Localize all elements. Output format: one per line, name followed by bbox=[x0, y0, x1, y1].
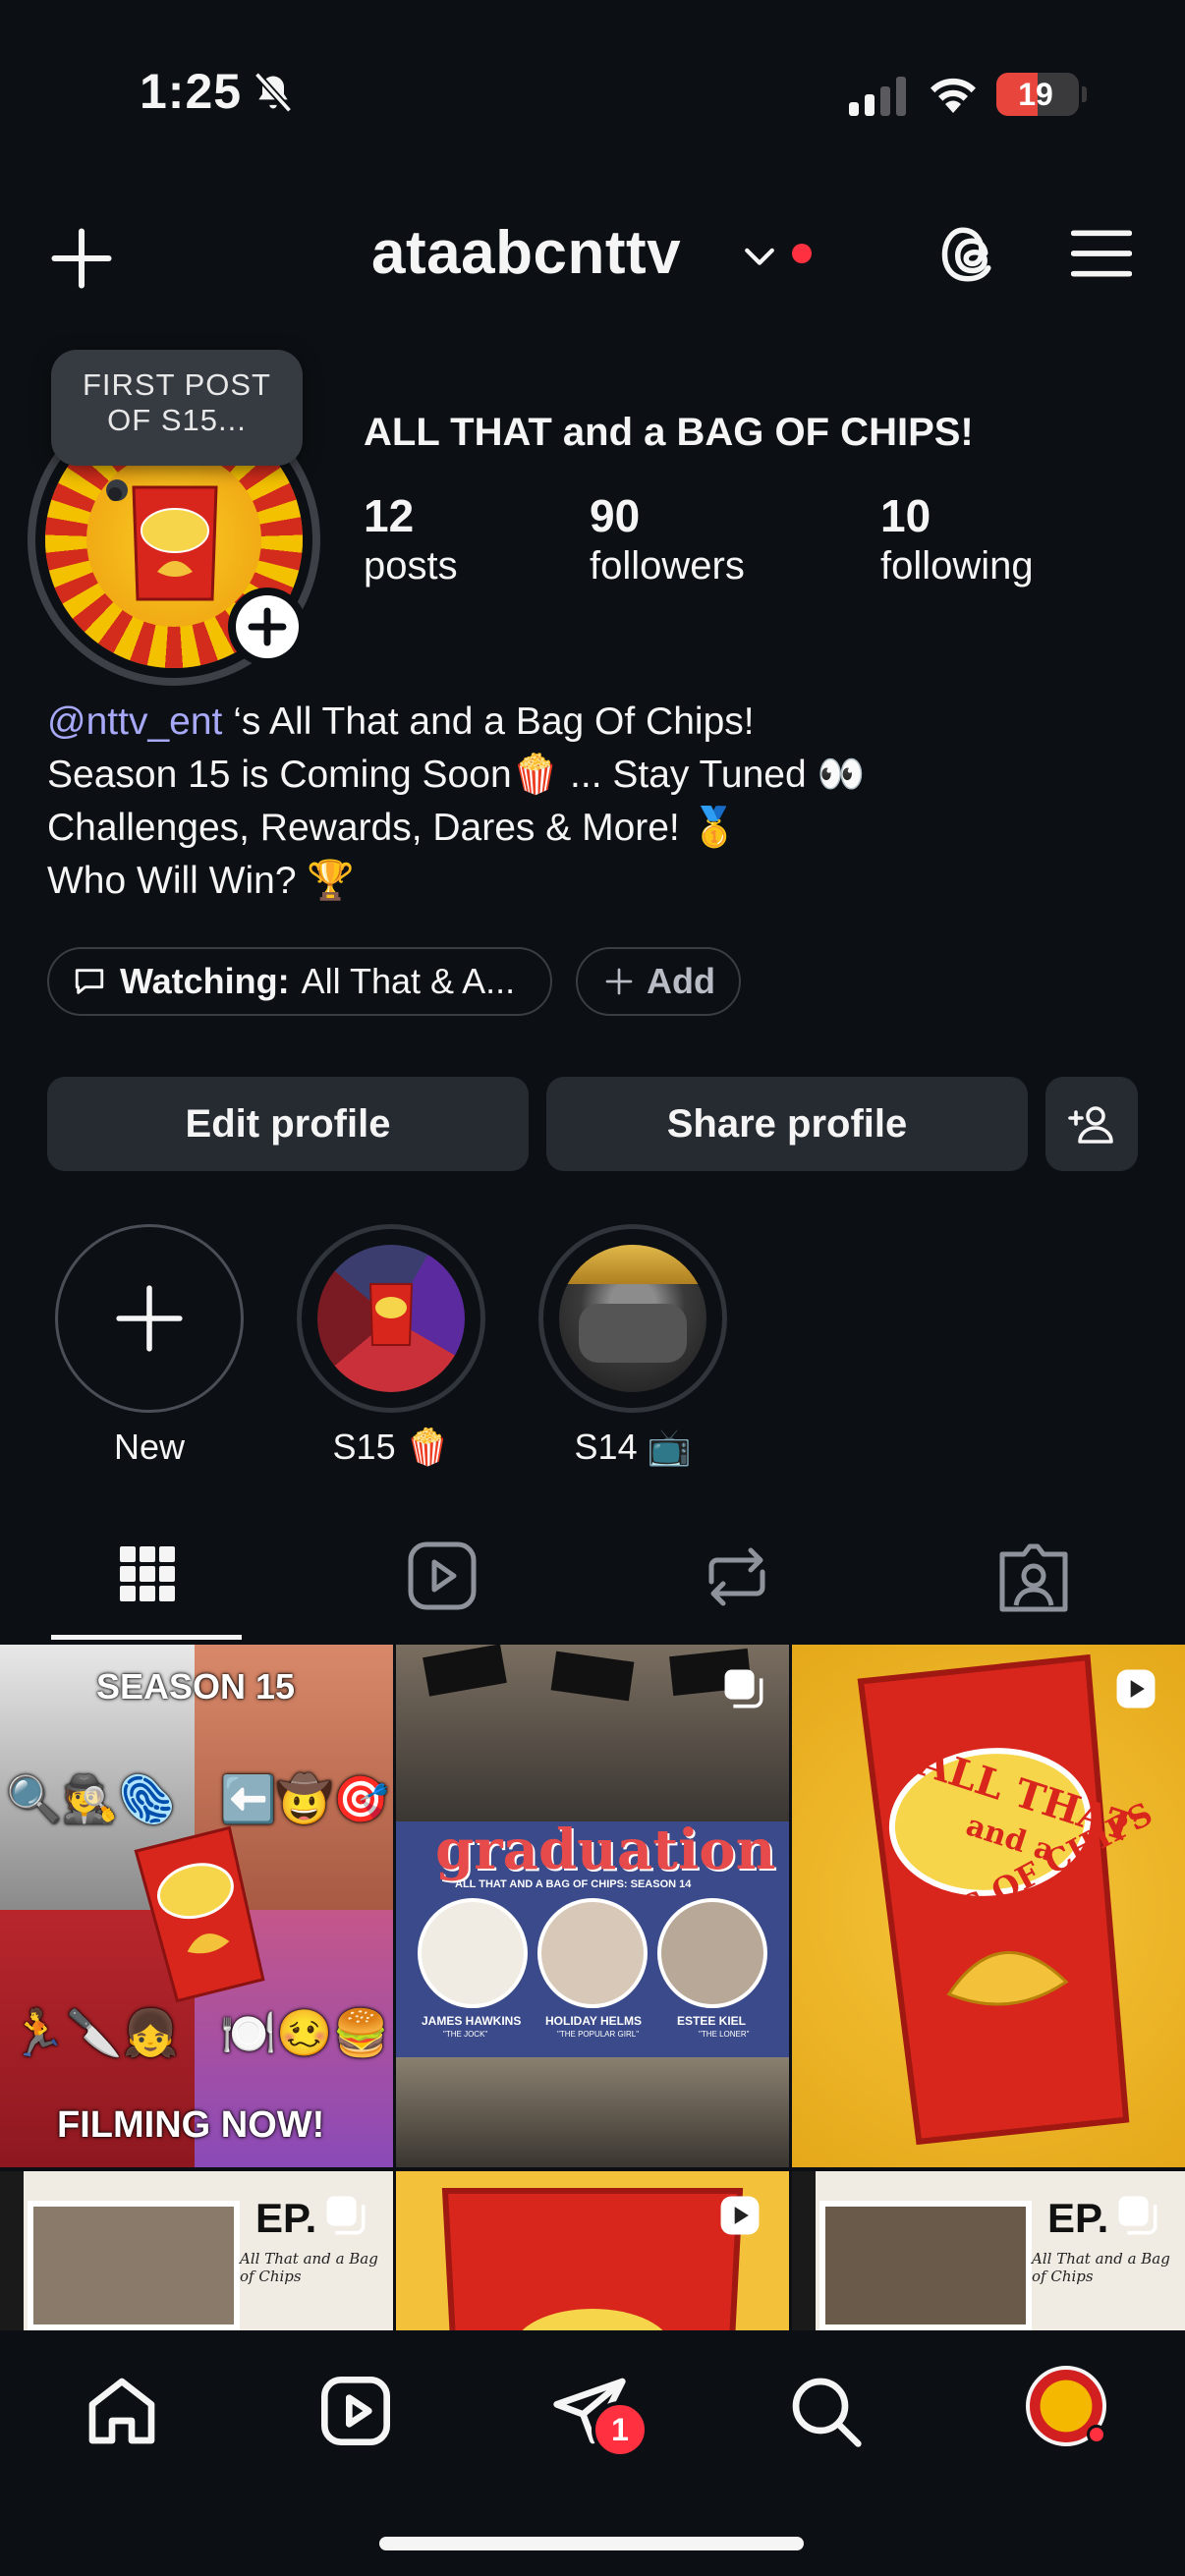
post1-emoji-d: 🍽️🥴🍔 bbox=[220, 2007, 389, 2058]
notification-dot bbox=[792, 244, 812, 263]
add-story-badge[interactable] bbox=[228, 588, 307, 666]
stat-posts[interactable]: 12 posts bbox=[364, 489, 458, 588]
status-time: 1:25 bbox=[140, 64, 243, 119]
post1-emoji-c: 🏃🔪👧 bbox=[10, 2007, 179, 2058]
profile-note-bubble[interactable]: FIRST POST OF S15... bbox=[51, 350, 303, 466]
post2-name-2: HOLIDAY HELMS bbox=[545, 2014, 643, 2028]
bell-off-icon bbox=[254, 72, 293, 113]
plus-icon bbox=[116, 1285, 183, 1352]
hamburger-menu-icon[interactable] bbox=[1071, 226, 1132, 281]
note-tail-inner bbox=[108, 487, 122, 501]
chip-bag-logo-icon bbox=[132, 485, 218, 601]
active-tab-indicator bbox=[51, 1635, 242, 1640]
highlight-s15-label: S15 🍿 bbox=[332, 1427, 450, 1467]
cellular-signal-icon bbox=[849, 77, 906, 116]
plus-icon bbox=[248, 607, 287, 646]
add-person-icon bbox=[1068, 1106, 1113, 1144]
threads-icon[interactable] bbox=[939, 222, 1004, 287]
post6-subtitle: All That and a Bag of Chips bbox=[1032, 2250, 1170, 2285]
watching-chip[interactable]: Watching: All That & A... bbox=[47, 947, 552, 1016]
display-name: ALL THAT and a BAG OF CHIPS! bbox=[364, 411, 974, 454]
post4-ep: EP. bbox=[255, 2195, 317, 2241]
post2-name-1: JAMES HAWKINS bbox=[422, 2014, 522, 2028]
stat-posts-count: 12 bbox=[364, 490, 415, 541]
post1-title: SEASON 15 bbox=[96, 1666, 296, 1707]
status-bar: 1:25 19 bbox=[0, 0, 1185, 187]
carousel-icon bbox=[1118, 2196, 1157, 2235]
carousel-icon bbox=[724, 1669, 763, 1708]
chip-bag-icon bbox=[441, 2188, 744, 2330]
post2-title: graduation bbox=[435, 1818, 776, 1882]
highlight-new-label: New bbox=[113, 1427, 186, 1467]
post2-name-3: ESTEE KIEL bbox=[677, 2014, 747, 2028]
add-chip-label: Add bbox=[647, 961, 715, 1001]
messages-badge: 1 bbox=[592, 2401, 649, 2458]
wifi-icon bbox=[931, 78, 976, 113]
chevron-down-icon[interactable] bbox=[743, 244, 776, 271]
post2-role-1: "THE JOCK" bbox=[443, 2030, 488, 2039]
bio-line-2: Season 15 is Coming Soon🍿 ... Stay Tuned… bbox=[47, 754, 866, 796]
home-indicator bbox=[379, 2537, 804, 2550]
carousel-icon bbox=[326, 2196, 366, 2235]
chip-bag-icon bbox=[368, 1283, 414, 1346]
post4-subtitle: All That and a Bag of Chips bbox=[240, 2250, 378, 2285]
post1-emoji-b: ⬅️🤠🎯 bbox=[220, 1773, 389, 1824]
highlight-s14[interactable]: S14 📺 bbox=[538, 1224, 727, 1468]
grid-post-4[interactable]: EP. All That and a Bag of Chips bbox=[0, 2171, 393, 2330]
bio-line-3: Challenges, Rewards, Dares & More! 🥇 bbox=[47, 807, 739, 849]
bio-line-1: ‘s All That and a Bag Of Chips! bbox=[222, 700, 755, 743]
post2-role-2: "THE POPULAR GIRL" bbox=[557, 2030, 640, 2039]
stat-followers-label: followers bbox=[590, 544, 745, 588]
share-profile-button[interactable]: Share profile bbox=[546, 1077, 1028, 1171]
post2-subtitle: ALL THAT AND A BAG OF CHIPS: SEASON 14 bbox=[455, 1878, 692, 1890]
reels-icon[interactable] bbox=[316, 2372, 395, 2450]
tab-reels-icon[interactable] bbox=[383, 1533, 501, 1621]
account-username[interactable]: ataabcnttv bbox=[371, 218, 681, 288]
highlight-s15-thumbnail bbox=[317, 1245, 465, 1392]
profile-header: ataabcnttv bbox=[0, 196, 1185, 314]
stat-following-count: 10 bbox=[880, 490, 931, 541]
add-chip[interactable]: Add bbox=[576, 947, 741, 1016]
post6-ep: EP. bbox=[1047, 2195, 1109, 2241]
profile-notification-dot bbox=[1087, 2425, 1106, 2444]
grid-post-2[interactable]: graduation ALL THAT AND A BAG OF CHIPS: … bbox=[396, 1645, 789, 2167]
tab-posts-grid-icon[interactable] bbox=[88, 1533, 206, 1621]
grid-post-1[interactable]: SEASON 15 🔍🕵️🫆 ⬅️🤠🎯 🏃🔪👧 🍽️🥴🍔 FILMING NOW… bbox=[0, 1645, 393, 2167]
search-icon[interactable] bbox=[786, 2372, 865, 2450]
stat-following[interactable]: 10 following bbox=[880, 489, 1034, 588]
note-line-1: FIRST POST bbox=[82, 367, 271, 402]
post1-subtitle: FILMING NOW! bbox=[57, 2104, 325, 2146]
battery-indicator: 19 bbox=[996, 73, 1087, 116]
highlight-s14-label: S14 📺 bbox=[574, 1427, 692, 1467]
post1-emoji-a: 🔍🕵️🫆 bbox=[6, 1773, 175, 1824]
create-plus-icon[interactable] bbox=[49, 226, 114, 291]
post2-role-3: "THE LONER" bbox=[699, 2030, 750, 2039]
home-icon[interactable] bbox=[83, 2372, 161, 2450]
stat-following-label: following bbox=[880, 544, 1034, 588]
reel-icon bbox=[720, 2196, 760, 2235]
tab-reposts-icon[interactable] bbox=[678, 1533, 796, 1621]
tab-tagged-icon[interactable] bbox=[975, 1533, 1093, 1621]
plus-icon bbox=[605, 968, 633, 995]
bio-mention-link[interactable]: @nttv_ent bbox=[47, 700, 222, 743]
grid-post-5[interactable] bbox=[396, 2171, 789, 2330]
stat-followers-count: 90 bbox=[590, 490, 641, 541]
note-line-2: OF S15... bbox=[107, 403, 247, 437]
highlight-new[interactable]: New bbox=[55, 1224, 244, 1468]
profile-bio: @nttv_ent ‘s All That and a Bag Of Chips… bbox=[47, 696, 1148, 908]
discover-people-button[interactable] bbox=[1045, 1077, 1138, 1171]
reel-icon bbox=[1116, 1669, 1156, 1708]
grid-post-6[interactable]: EP. All That and a Bag of Chips bbox=[792, 2171, 1185, 2330]
comment-icon bbox=[75, 969, 104, 994]
bio-line-4: Who Will Win? 🏆 bbox=[47, 860, 355, 902]
edit-profile-button[interactable]: Edit profile bbox=[47, 1077, 529, 1171]
stat-followers[interactable]: 90 followers bbox=[590, 489, 745, 588]
stat-posts-label: posts bbox=[364, 544, 458, 588]
watching-value: All That & A... bbox=[301, 961, 516, 1001]
grid-post-3[interactable]: ALL THAT and a BAG OF CHIPS bbox=[792, 1645, 1185, 2167]
highlight-s15[interactable]: S15 🍿 bbox=[297, 1224, 485, 1468]
highlight-s14-thumbnail bbox=[559, 1245, 706, 1392]
battery-level: 19 bbox=[1018, 77, 1053, 112]
watching-label: Watching: bbox=[120, 961, 290, 1001]
